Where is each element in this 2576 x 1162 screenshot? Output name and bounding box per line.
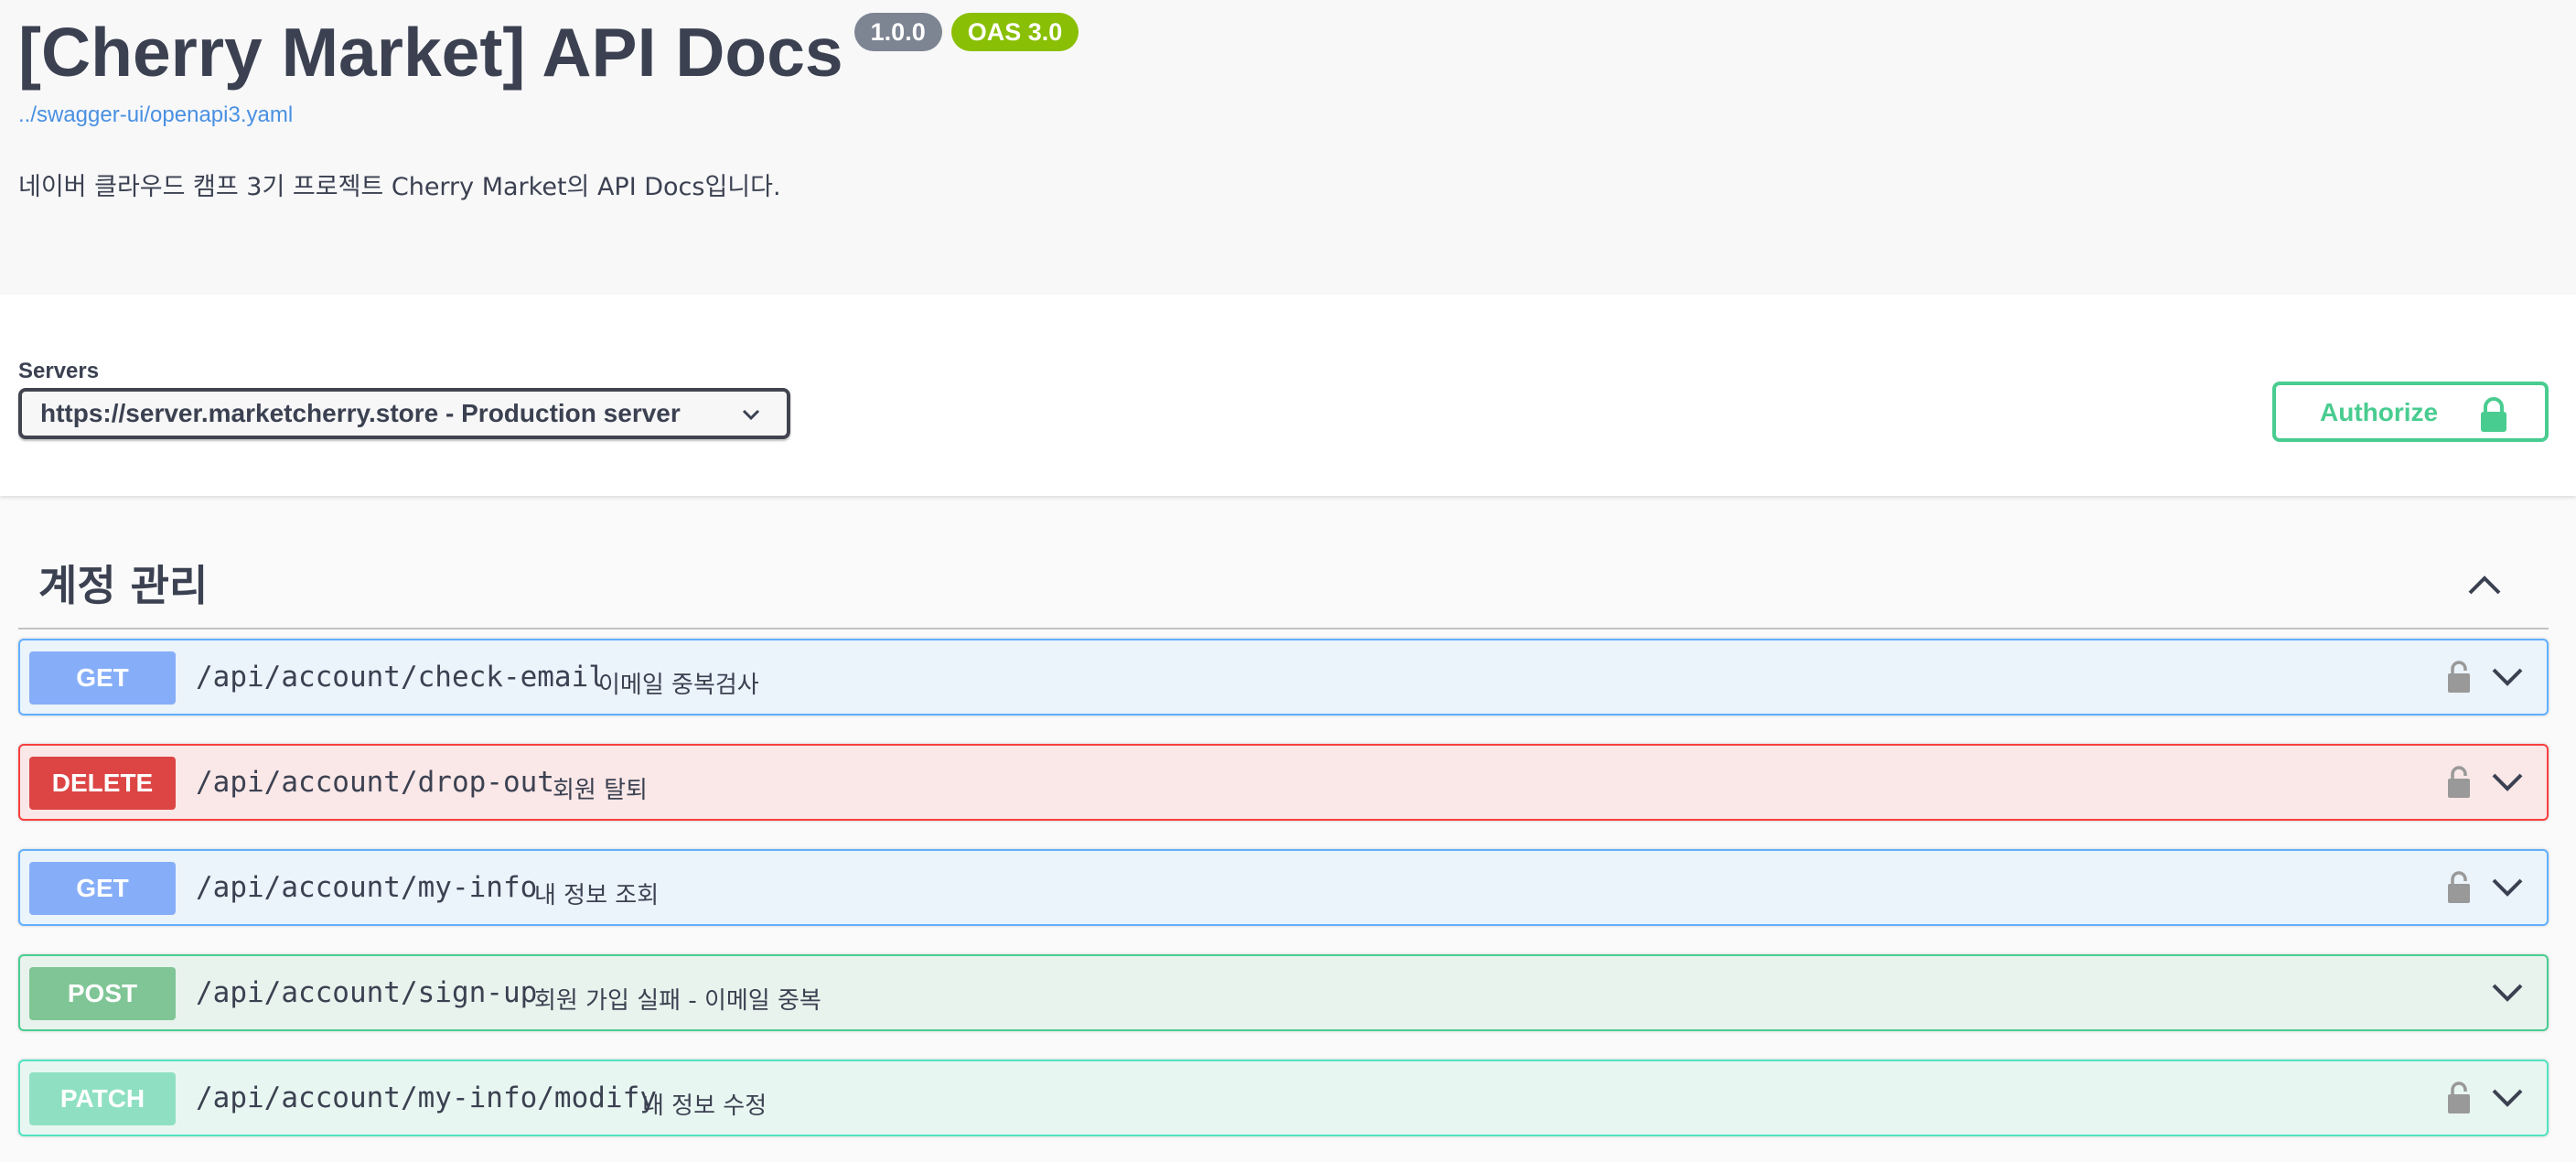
method-badge: GET [29, 862, 176, 915]
lock-icon[interactable] [2446, 869, 2472, 904]
chevron-down-icon[interactable] [2490, 769, 2525, 795]
opblock-get-check-email[interactable]: GET /api/account/check-email 이메일 중복검사 [18, 639, 2549, 715]
title-row: [Cherry Market] API Docs 1.0.0 OAS 3.0 [18, 11, 1079, 93]
opblock-delete-drop-out[interactable]: DELETE /api/account/drop-out 회원 탈퇴 [18, 744, 2549, 821]
authorize-label: Authorize [2320, 398, 2439, 426]
lock-icon[interactable] [2446, 1080, 2472, 1114]
server-select[interactable]: https://server.marketcherry.store - Prod… [18, 388, 790, 439]
opblock-get-my-info[interactable]: GET /api/account/my-info 내 정보 조회 [18, 849, 2549, 926]
operation-path: /api/account/sign-up [196, 976, 538, 1009]
oas-badge: OAS 3.0 [950, 13, 1079, 51]
server-select-value: https://server.marketcherry.store - Prod… [40, 399, 681, 427]
operation-path: /api/account/check-email [196, 661, 606, 694]
opblock-patch-my-info-modify[interactable]: PATCH /api/account/my-info/modify 내 정보 수… [18, 1060, 2549, 1136]
method-badge: DELETE [29, 757, 176, 810]
chevron-down-icon[interactable] [2490, 980, 2525, 1006]
chevron-up-icon[interactable] [2466, 571, 2503, 598]
tag-title: 계정 관리 [38, 561, 209, 610]
method-badge: GET [29, 651, 176, 705]
chevron-down-icon [742, 409, 760, 421]
spec-url-link[interactable]: ../swagger-ui/openapi3.yaml [18, 102, 293, 128]
operation-summary: 이메일 중복검사 [598, 672, 759, 699]
operation-summary: 내 정보 조회 [534, 882, 660, 909]
version-badge: 1.0.0 [853, 13, 942, 51]
chevron-down-icon[interactable] [2490, 664, 2525, 690]
operation-summary: 회원 탈퇴 [553, 777, 648, 804]
servers-label: Servers [18, 359, 100, 383]
operation-summary: 회원 가입 실패 - 이메일 중복 [534, 987, 821, 1015]
authorize-button[interactable]: Authorize [2272, 382, 2549, 442]
opblock-post-sign-up[interactable]: POST /api/account/sign-up 회원 가입 실패 - 이메일… [18, 954, 2549, 1031]
lock-icon[interactable] [2446, 659, 2472, 694]
chevron-down-icon[interactable] [2490, 1085, 2525, 1111]
page-title: [Cherry Market] API Docs [18, 14, 843, 91]
operation-path: /api/account/drop-out [196, 766, 554, 799]
chevron-down-icon[interactable] [2490, 875, 2525, 900]
method-badge: PATCH [29, 1072, 176, 1125]
lock-icon [2481, 397, 2506, 432]
lock-icon[interactable] [2446, 764, 2472, 799]
tag-header[interactable]: 계정 관리 [18, 545, 2549, 629]
api-description: 네이버 클라우드 캠프 3기 프로젝트 Cherry Market의 API D… [18, 173, 781, 201]
operation-path: /api/account/my-info/modify [196, 1081, 657, 1114]
method-badge: POST [29, 967, 176, 1020]
operation-summary: 내 정보 수정 [642, 1092, 767, 1120]
operation-path: /api/account/my-info [196, 871, 538, 904]
